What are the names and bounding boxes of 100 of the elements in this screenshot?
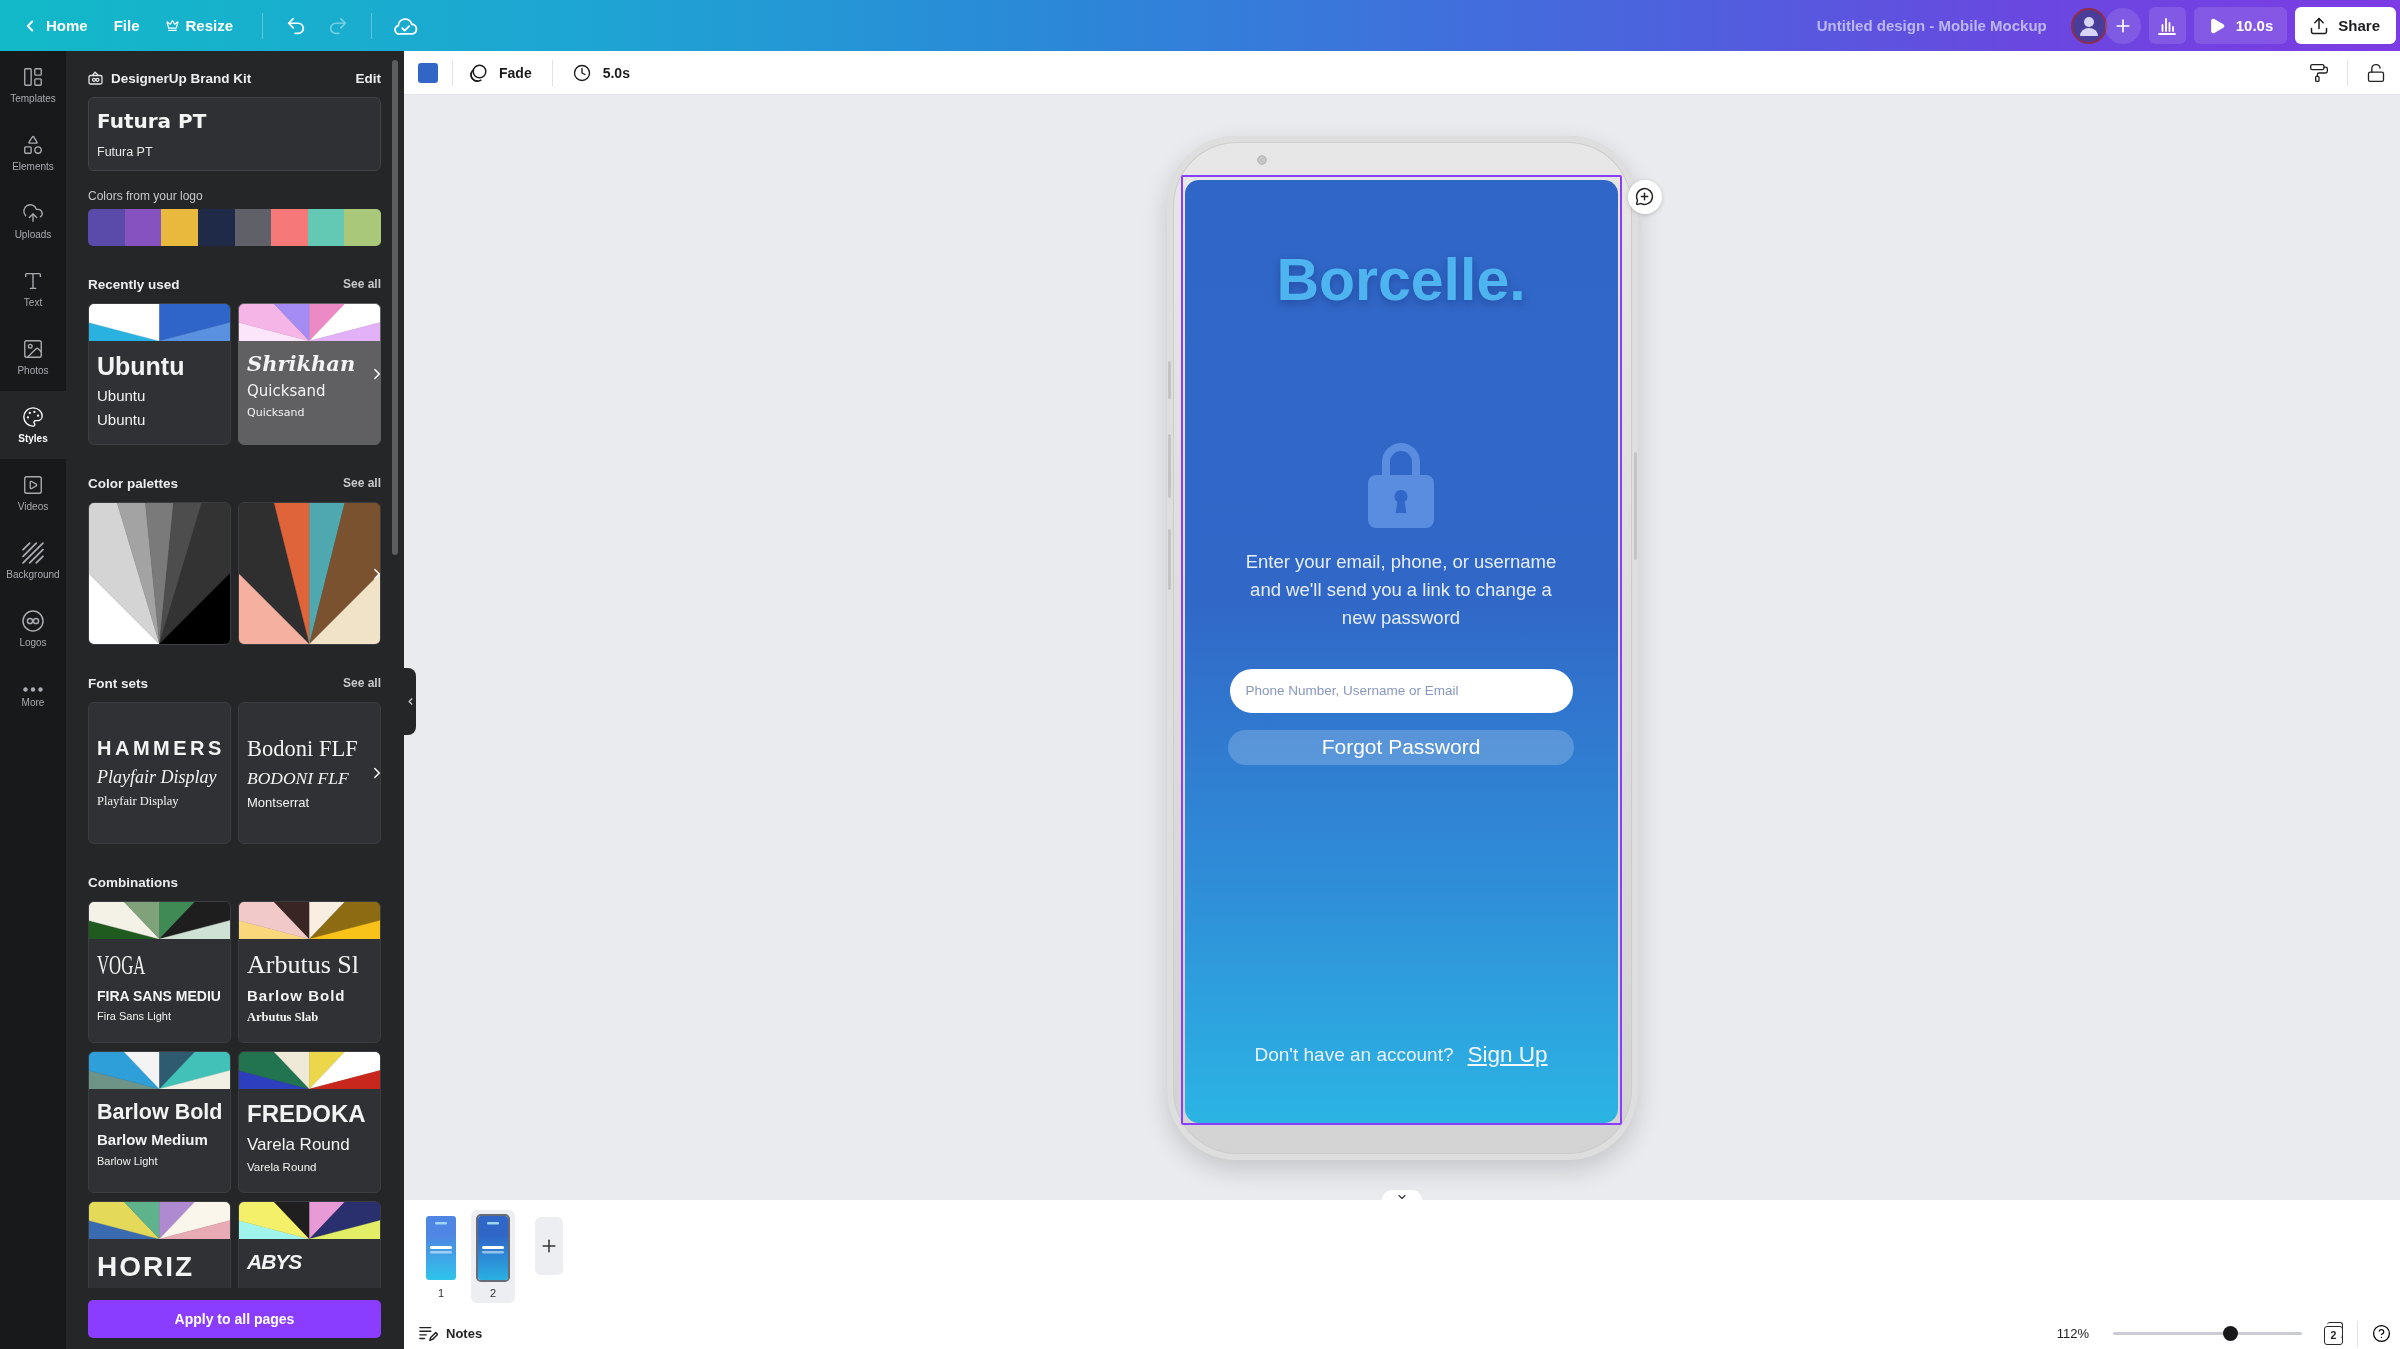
page-item[interactable]: 2 (471, 1210, 515, 1303)
duration-button[interactable]: 5.0s (570, 56, 632, 89)
sidebar-tab[interactable]: Styles (0, 391, 66, 459)
layout-icon (22, 66, 44, 88)
combination-card[interactable]: Barlow Bold Barlow Medium Barlow Light (88, 1051, 231, 1193)
page-thumbnail (476, 1214, 510, 1282)
edit-button[interactable]: Edit (355, 70, 381, 86)
briefcase-icon (88, 71, 103, 85)
badge-icon (22, 610, 44, 632)
font-sample: Barlow Medium (97, 1130, 208, 1150)
font-sample: Montserrat (247, 794, 310, 812)
clock-icon (572, 63, 591, 82)
combination-card[interactable]: HORIZ (88, 1201, 231, 1288)
combination-card[interactable]: VOGA FIRA SANS MEDIU Fira Sans Light (88, 901, 231, 1043)
color-swatch[interactable] (124, 209, 162, 246)
section-title: Combinations (88, 874, 178, 890)
avatar-icon[interactable] (2070, 7, 2107, 44)
collapse-panel-handle[interactable] (404, 668, 416, 735)
font-sample: Playfair Display (97, 793, 179, 810)
font-sample: Arbutus Slab (247, 1010, 319, 1026)
font-sample: Ubuntu (97, 351, 185, 382)
bar-chart-icon (2158, 16, 2177, 35)
color-swatch[interactable] (307, 209, 345, 246)
color-swatch[interactable] (271, 209, 308, 246)
font-sample: Barlow Bold (97, 1099, 223, 1126)
add-page-button[interactable] (535, 1217, 563, 1275)
colors-label: Colors from your logo (88, 188, 204, 204)
brand-font-card[interactable]: Futura PT Futura PT (88, 97, 381, 171)
shapes-icon (22, 134, 44, 156)
combination-card[interactable]: FREDOKA Varela Round Varela Round (238, 1051, 381, 1193)
color-swatch[interactable] (197, 209, 235, 246)
font-sample: Shrikhan (247, 351, 356, 378)
sidebar-tab[interactable]: Templates (0, 51, 66, 119)
video-icon (22, 474, 44, 496)
font-set-card[interactable]: HAMMERS Playfair Display Playfair Display (88, 702, 231, 844)
font-sample: Futura PT (97, 108, 208, 135)
share-button[interactable]: Share (2295, 7, 2396, 44)
color-swatch[interactable] (234, 209, 272, 246)
font-sample: VOGA (97, 949, 146, 982)
page-count-button[interactable]: 2 (2324, 1325, 2343, 1345)
combination-card[interactable]: Arbutus Sl Barlow Bold Arbutus Slab (238, 901, 381, 1043)
see-all-link[interactable]: See all (342, 277, 381, 291)
brand-kit-title: DesignerUp Brand Kit (111, 70, 252, 86)
sidebar-tab[interactable]: Videos (0, 459, 66, 527)
font-set-card[interactable]: Bodoni FLF BODONI FLF Montserrat (238, 702, 381, 844)
see-all-link[interactable]: See all (342, 476, 381, 490)
more-icon (23, 686, 43, 692)
notes-button[interactable]: Notes (419, 1325, 483, 1342)
comment-plus-icon (1635, 187, 1654, 206)
style-card[interactable]: Ubuntu Ubuntu Ubuntu (88, 303, 231, 445)
color-swatch[interactable] (161, 209, 198, 246)
sidebar-tab[interactable]: Elements (0, 119, 66, 187)
scrollbar-thumb[interactable] (392, 60, 398, 555)
color-swatch[interactable] (344, 209, 381, 246)
crown-icon (165, 19, 179, 32)
color-palette-card[interactable] (238, 502, 381, 645)
camera-icon (1256, 154, 1267, 165)
add-person-button[interactable] (2104, 7, 2141, 44)
sidebar-tab[interactable]: Background (0, 527, 66, 595)
sidebar-tab[interactable]: Uploads (0, 187, 66, 255)
fade-icon (469, 63, 487, 82)
font-sample: HORIZ (97, 1250, 195, 1284)
font-sample: Arbutus Sl (247, 949, 359, 981)
document-title: Untitled design - Mobile Mockup (1816, 17, 2047, 34)
section-title: Font sets (88, 675, 148, 691)
sidebar-tab[interactable]: Logos (0, 595, 66, 663)
color-swatch[interactable] (88, 209, 125, 246)
text-icon (22, 270, 44, 292)
zoom-level[interactable]: 112% (2056, 1326, 2089, 1341)
see-all-link[interactable]: See all (342, 676, 381, 690)
present-button[interactable]: 10.0s (2193, 7, 2288, 44)
color-swatch[interactable] (418, 62, 438, 83)
cloud-check-icon[interactable] (394, 16, 419, 35)
contact-input[interactable]: Phone Number, Username or Email (1229, 668, 1573, 713)
font-sample: FREDOKA (247, 1099, 366, 1129)
unlock-icon[interactable] (2366, 62, 2386, 83)
color-palette-card[interactable] (88, 502, 231, 645)
font-sample: BODONI FLF (247, 768, 349, 790)
section-title: Recently used (88, 276, 180, 292)
brand-title: Borcelle. (1276, 245, 1526, 315)
slider-thumb[interactable] (2223, 1326, 2239, 1341)
font-sample: ABYS (247, 1249, 302, 1275)
combination-card[interactable]: ABYS (238, 1201, 381, 1288)
font-sample: Bodoni FLF (247, 734, 358, 763)
sidebar-tab[interactable]: Text (0, 255, 66, 323)
section-title: Color palettes (88, 475, 179, 491)
image-icon (22, 338, 44, 360)
hatch-icon (22, 542, 44, 564)
font-sample: HAMMERS (97, 736, 225, 762)
sidebar-tab[interactable]: More (0, 663, 66, 731)
help-icon[interactable] (2372, 1324, 2391, 1343)
insights-button[interactable] (2148, 7, 2186, 44)
sidebar-tab[interactable]: Photos (0, 323, 66, 391)
font-sample: Playfair Display (97, 766, 217, 789)
transition-button[interactable]: Fade (467, 56, 534, 89)
page-item[interactable]: 1 (419, 1210, 463, 1303)
style-card[interactable]: Shrikhan Quicksand Quicksand (238, 303, 381, 445)
paint-roller-icon[interactable] (2309, 62, 2329, 83)
font-sample: Varela Round (247, 1134, 350, 1156)
apply-to-all-button[interactable]: Apply to all pages (88, 1300, 381, 1338)
